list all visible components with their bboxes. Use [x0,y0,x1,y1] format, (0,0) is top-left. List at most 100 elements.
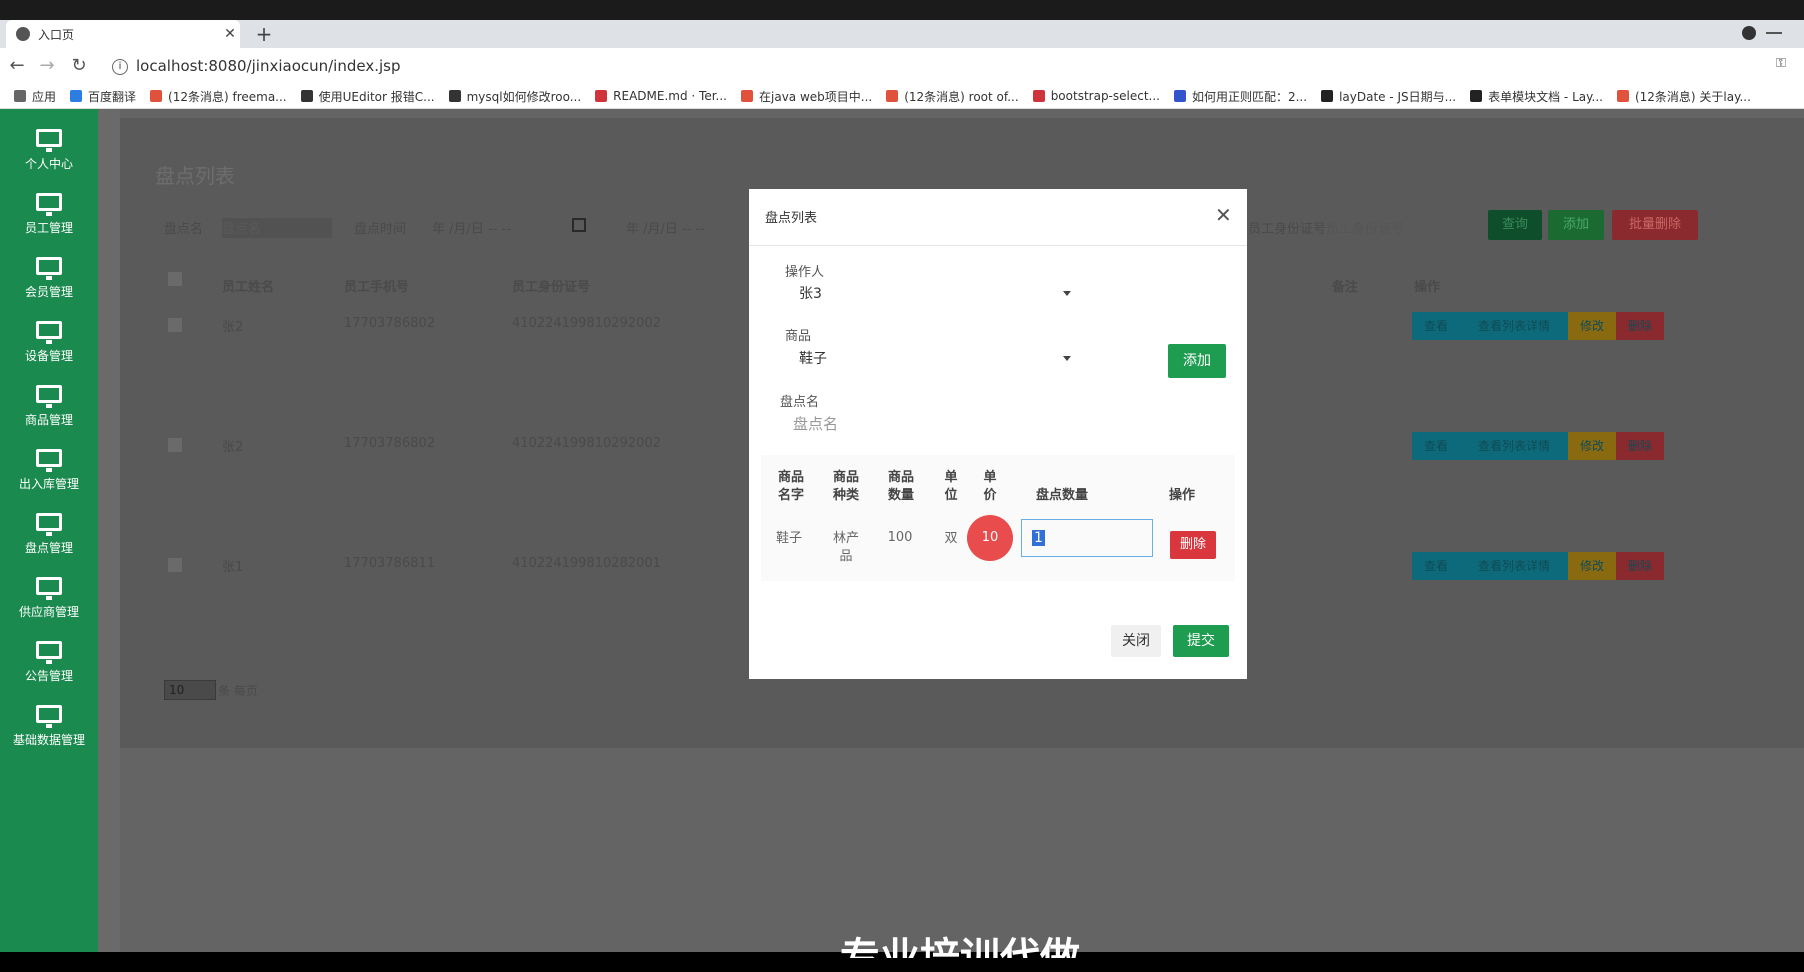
row-action-button[interactable]: 修改 [1568,432,1616,460]
check-count-input[interactable]: 1 [1021,519,1153,557]
forward-arrow-icon[interactable]: → [34,48,60,84]
bookmarks-bar: 应用 百度翻译 (12条消息) freema... 使用UEditor 报错C... m… [0,84,1804,109]
bookmark-favicon-icon [300,90,313,102]
submit-button[interactable]: 提交 [1173,625,1229,657]
bookmark-item[interactable]: (12条消息) 关于lay... [1616,88,1751,105]
chevron-down-icon [1063,291,1071,296]
modal-title: 盘点列表 [765,211,818,226]
new-tab-button[interactable]: + [252,20,276,48]
row-action-button[interactable]: 查看 [1412,432,1460,460]
col-header: 备注 [1332,280,1359,295]
reload-icon[interactable]: ↻ [66,48,92,84]
browser-tab[interactable]: 入口页 ✕ [6,20,240,48]
monitor-icon [36,321,62,344]
sidebar-item-label: 基础数据管理 [12,733,85,747]
sidebar-item[interactable]: 设备管理 [0,305,98,369]
row-action-button[interactable]: 修改 [1568,552,1616,580]
batch-delete-button[interactable]: 批量删除 [1612,210,1698,240]
add-button[interactable]: 添加 [1548,210,1604,240]
goods-select[interactable]: 鞋子 [785,344,1085,374]
bookmark-item[interactable]: bootstrap-select... [1032,89,1160,103]
sidebar-item[interactable]: 出入库管理 [0,433,98,497]
row-action-button[interactable]: 修改 [1568,312,1616,340]
table-cell: 张2 [222,440,244,455]
window-controls [1742,22,1800,44]
row-checkbox[interactable] [168,318,182,332]
sidebar-item[interactable]: 公告管理 [0,625,98,689]
row-action-button[interactable]: 删除 [1616,312,1664,340]
minimize-icon[interactable] [1766,32,1782,34]
sidebar-item[interactable]: 供应商管理 [0,561,98,625]
sidebar-item[interactable]: 个人中心 [0,113,98,177]
add-goods-button[interactable]: 添加 [1168,344,1226,378]
bookmark-item[interactable]: mysql如何修改roo... [448,88,582,105]
goods-label: 商品 [785,329,812,344]
bookmark-item[interactable]: 应用 [14,88,56,105]
search-button[interactable]: 查询 [1488,210,1542,240]
bookmark-favicon-icon [1173,90,1186,102]
bookmark-item[interactable]: (12条消息) freema... [150,88,287,105]
bookmark-item[interactable]: (12条消息) root of... [886,88,1019,105]
sidebar-item[interactable]: 员工管理 [0,177,98,241]
row-action-button[interactable]: 查看列表详情 [1460,552,1568,580]
row-action-button[interactable]: 查看列表详情 [1460,432,1568,460]
row-action-button[interactable]: 查看列表详情 [1460,312,1568,340]
check-name-input[interactable]: 盘点名 [785,407,1093,441]
select-all-checkbox[interactable] [168,272,182,286]
info-icon[interactable]: i [112,58,128,75]
url-text: localhost:8080/jinxiaocun/index.jsp [136,57,401,75]
sidebar-item-label: 员工管理 [24,221,73,235]
back-arrow-icon[interactable]: ← [4,48,30,84]
operator-value: 张3 [799,286,822,302]
bookmark-item[interactable]: README.md · Ter... [595,89,727,103]
bookmark-favicon-icon [886,90,899,102]
filter-date-from[interactable]: 年 /月/日 -- -- [432,218,588,237]
calendar-icon[interactable] [572,218,586,232]
delete-row-button[interactable]: 删除 [1170,531,1216,559]
page-size-select[interactable]: 10 [164,680,216,700]
monitor-icon [36,129,62,152]
bookmark-item[interactable]: 使用UEditor 报错C... [300,88,435,105]
bookmark-item[interactable]: layDate - JS日期与... [1321,88,1456,105]
filter-name-input[interactable]: 盘点名 [222,218,332,238]
filter-time-label: 盘点时间 [354,222,407,237]
operator-select[interactable]: 张3 [785,279,1085,309]
th-price: 单价 [983,470,997,503]
key-icon[interactable]: ⚿ [1776,56,1786,71]
page-title: 盘点列表 [155,164,235,188]
sidebar-item[interactable]: 盘点管理 [0,497,98,561]
url-field[interactable]: i localhost:8080/jinxiaocun/index.jsp [112,48,401,84]
bookmark-favicon-icon [1616,90,1629,102]
row-checkbox[interactable] [168,558,182,572]
table-cell: 410224199810292002 [512,436,661,451]
goods-value: 鞋子 [799,351,827,367]
bookmark-label: mysql如何修改roo... [466,89,582,104]
bookmark-label: 在java web项目中... [759,89,873,104]
bookmark-item[interactable]: 在java web项目中... [741,88,872,105]
row-action-button[interactable]: 删除 [1616,432,1664,460]
close-icon[interactable]: ✕ [1215,203,1232,227]
tab-close-icon[interactable]: ✕ [220,26,240,42]
profile-icon[interactable] [1742,26,1756,40]
col-header: 员工姓名 [222,280,275,295]
bookmark-favicon-icon [1321,90,1334,102]
row-action-button[interactable]: 查看 [1412,552,1460,580]
col-header: 员工手机号 [344,280,410,295]
bookmark-favicon-icon [150,90,163,102]
sidebar-item[interactable]: 会员管理 [0,241,98,305]
bookmark-item[interactable]: 百度翻译 [70,88,136,105]
sidebar-item[interactable]: 商品管理 [0,369,98,433]
sidebar: 个人中心员工管理会员管理 设备管理 商品管理 出入库管理 盘点管理 供应商管理 公告管理基础… [0,109,98,952]
bookmark-item[interactable]: 表单模块文档 - Lay... [1470,88,1603,105]
filter-id-input[interactable]: 员工身份证号 [1326,218,1404,237]
bookmark-item[interactable]: 如何用正则匹配：2... [1173,88,1308,105]
row-checkbox[interactable] [168,438,182,452]
row-action-button[interactable]: 查看 [1412,312,1460,340]
td-unit: 双 [944,531,958,546]
row-action-button[interactable]: 删除 [1616,552,1664,580]
th-goods-category: 商品种类 [832,470,859,503]
filter-date-to[interactable]: 年 /月/日 -- -- [626,218,705,237]
bookmark-label: 如何用正则匹配：2... [1191,89,1308,104]
sidebar-item[interactable]: 基础数据管理 [0,689,98,753]
close-button[interactable]: 关闭 [1111,625,1161,657]
